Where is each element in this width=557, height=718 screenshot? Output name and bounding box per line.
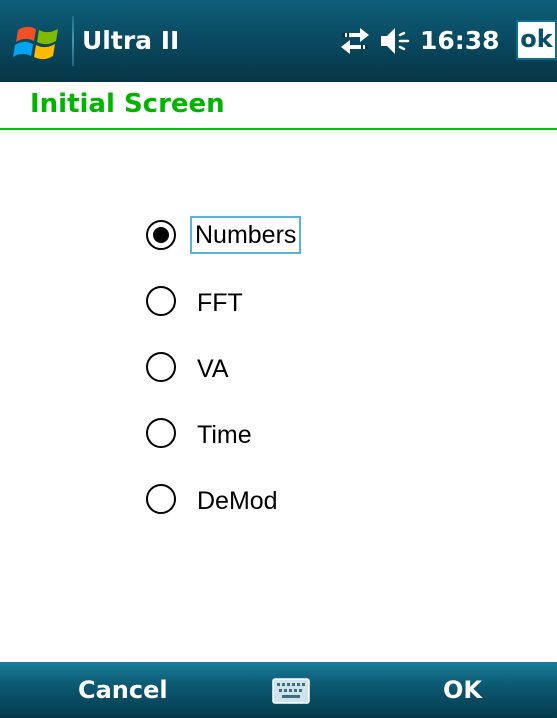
volume-icon[interactable]	[378, 24, 416, 58]
radio-button-selected[interactable]	[146, 220, 176, 250]
radio-option-numbers[interactable]: Numbers	[146, 216, 406, 258]
softkey-bar: Cancel OK	[0, 662, 557, 718]
radio-option-fft[interactable]: FFT	[146, 284, 406, 324]
radio-button[interactable]	[146, 286, 176, 316]
keyboard-icon[interactable]	[272, 678, 310, 704]
radio-button[interactable]	[146, 484, 176, 514]
ok-title-button[interactable]: ok	[516, 20, 557, 60]
radio-label[interactable]: DeMod	[192, 482, 283, 520]
radio-label[interactable]: FFT	[192, 284, 248, 322]
screen: Ultra II 16:38 ok Initial Screen Numbers…	[0, 0, 557, 718]
radio-label[interactable]: VA	[192, 350, 234, 388]
radio-label[interactable]: Numbers	[190, 216, 302, 254]
radio-option-va[interactable]: VA	[146, 350, 406, 390]
title-divider	[72, 16, 74, 66]
clock: 16:38	[420, 26, 500, 55]
radio-option-demod[interactable]: DeMod	[146, 482, 406, 522]
windows-start-icon[interactable]	[10, 16, 66, 68]
radio-label[interactable]: Time	[192, 416, 257, 454]
title-bar: Ultra II 16:38 ok	[0, 0, 557, 82]
connectivity-icon[interactable]	[338, 26, 372, 56]
cancel-button[interactable]: Cancel	[78, 674, 168, 706]
page-title: Initial Screen	[30, 89, 225, 119]
radio-dot	[153, 227, 169, 243]
radio-button[interactable]	[146, 352, 176, 382]
radio-option-time[interactable]: Time	[146, 416, 406, 456]
page-header: Initial Screen	[0, 82, 557, 130]
initial-screen-options: Numbers FFT VA Time DeMod	[0, 130, 557, 662]
ok-button[interactable]: OK	[443, 674, 482, 706]
radio-button[interactable]	[146, 418, 176, 448]
app-title: Ultra II	[82, 26, 180, 55]
